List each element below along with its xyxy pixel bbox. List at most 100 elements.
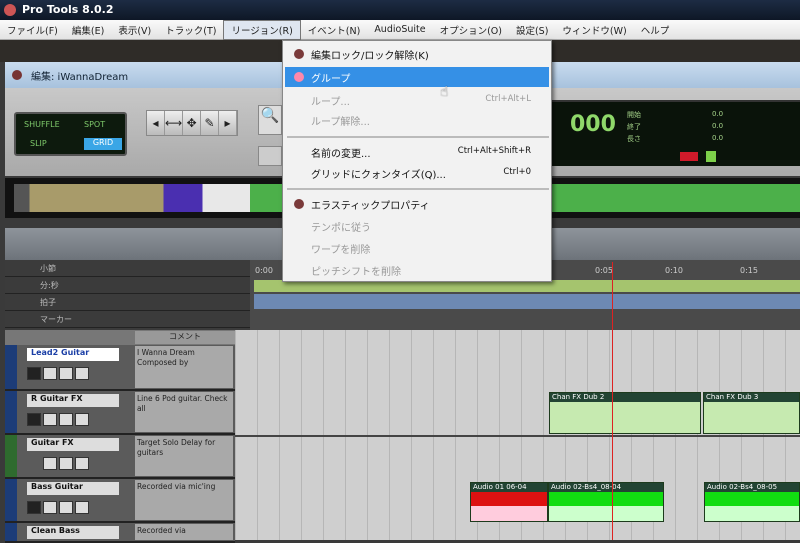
app-icon xyxy=(4,4,16,16)
menu-region[interactable]: リージョン(R) xyxy=(223,19,301,40)
region-bass-1[interactable]: Audio 01 06-04 xyxy=(470,482,548,522)
menu-item-lock[interactable]: 編集ロック/ロック解除(K) xyxy=(285,44,549,64)
record-button[interactable] xyxy=(27,367,41,380)
track-name[interactable]: Guitar FX xyxy=(27,438,119,451)
menu-item-remove-warp[interactable]: ワープを削除 xyxy=(285,238,549,258)
region-guitar-fx-2[interactable]: Chan FX Dub 3 xyxy=(703,392,800,434)
grabber-tool-icon[interactable]: ✥ xyxy=(183,111,202,135)
menu-item-loop[interactable]: ループ... Ctrl+Alt+L xyxy=(285,90,549,110)
menu-item-elastic-properties[interactable]: エラスティックプロパティ xyxy=(285,194,549,214)
track-lead2-guitar[interactable]: Lead2 Guitar I Wanna Dream Composed by xyxy=(5,345,235,391)
menu-item-follow-tempo[interactable]: テンポに従う xyxy=(285,216,549,236)
region-bass-2[interactable]: Audio 02-Bs4_08-04 xyxy=(548,482,664,522)
track-clean-bass[interactable]: Clean Bass Recorded via xyxy=(5,523,235,543)
menu-help[interactable]: ヘルプ xyxy=(634,21,677,39)
track-comment[interactable]: Recorded via xyxy=(135,524,233,540)
region-name: Audio 02-Bs4_08-04 xyxy=(549,483,663,492)
menu-separator xyxy=(287,136,549,138)
solo-button[interactable] xyxy=(43,501,57,514)
playhead-cursor[interactable] xyxy=(612,262,613,540)
menu-view[interactable]: 表示(V) xyxy=(111,21,158,39)
end-value[interactable]: 0.0 xyxy=(712,122,723,130)
region-guitar-fx-1[interactable]: Chan FX Dub 2 xyxy=(549,392,701,434)
region-name: Audio 01 06-04 xyxy=(471,483,547,492)
menu-edit[interactable]: 編集(E) xyxy=(65,21,111,39)
comments-column-header: コメント xyxy=(135,331,235,344)
menu-item-unloop[interactable]: ループ解除... xyxy=(285,110,549,130)
view-button[interactable] xyxy=(75,367,89,380)
menu-file[interactable]: ファイル(F) xyxy=(0,21,65,39)
edit-window-title: 編集: iWannaDream xyxy=(31,72,129,83)
track-name[interactable]: Clean Bass xyxy=(27,526,119,539)
menu-item-label: 名前の変更... xyxy=(311,149,371,160)
menu-item-label: ループ... xyxy=(311,97,350,108)
menu-window[interactable]: ウィンドウ(W) xyxy=(555,21,633,39)
menu-item-quantize[interactable]: グリッドにクォンタイズ(Q)... Ctrl+0 xyxy=(285,163,549,183)
length-value[interactable]: 0.0 xyxy=(712,134,723,142)
menu-setup[interactable]: 設定(S) xyxy=(509,21,555,39)
lane-divider xyxy=(235,435,800,437)
mode-shuffle[interactable]: SHUFFLE xyxy=(24,120,60,129)
track-buttons xyxy=(27,367,89,380)
track-color xyxy=(5,479,17,521)
track-name[interactable]: R Guitar FX xyxy=(27,394,119,407)
mute-button[interactable] xyxy=(59,413,73,426)
menu-track[interactable]: トラック(T) xyxy=(158,21,223,39)
pencil-tool-icon[interactable]: ✎ xyxy=(201,111,220,135)
zoomer-tool-icon[interactable]: ◂ xyxy=(147,111,165,135)
solo-button[interactable] xyxy=(43,457,57,470)
track-comment[interactable]: Line 6 Pod guitar. Check all xyxy=(135,392,233,432)
mode-grid[interactable]: GRID xyxy=(84,138,122,150)
tick-label: 0:10 xyxy=(665,266,683,275)
menu-options[interactable]: オプション(O) xyxy=(433,21,509,39)
track-comment[interactable]: Recorded via mic'ing xyxy=(135,480,233,520)
ruler-min-sec: 分:秒 xyxy=(5,277,250,294)
menu-event[interactable]: イベント(N) xyxy=(301,21,368,39)
track-bass-guitar[interactable]: Bass Guitar Recorded via mic'ing xyxy=(5,479,235,523)
zoom-icon[interactable]: 🔍 xyxy=(258,105,282,135)
zoom-preset-button[interactable] xyxy=(258,146,282,166)
play-indicator[interactable] xyxy=(706,151,716,162)
track-comment[interactable]: I Wanna Dream Composed by xyxy=(135,346,233,388)
start-value[interactable]: 0.0 xyxy=(712,110,723,118)
mute-button[interactable] xyxy=(59,457,73,470)
solo-button[interactable] xyxy=(43,367,57,380)
edit-window-icon xyxy=(12,70,22,80)
track-name[interactable]: Lead2 Guitar xyxy=(27,348,119,361)
track-r-guitar-fx[interactable]: R Guitar FX Line 6 Pod guitar. Check all xyxy=(5,391,235,435)
menu-item-shortcut: Ctrl+0 xyxy=(503,167,531,177)
view-button[interactable] xyxy=(75,457,89,470)
record-indicator[interactable] xyxy=(680,152,698,161)
start-label: 開始 xyxy=(627,111,641,119)
track-comment[interactable]: Target Solo Delay for guitars xyxy=(135,436,233,476)
mode-spot[interactable]: SPOT xyxy=(84,120,105,129)
track-color xyxy=(5,435,17,477)
menu-item-group[interactable]: グループ xyxy=(285,67,549,87)
menu-item-label: グループ xyxy=(311,74,351,85)
mute-button[interactable] xyxy=(59,501,73,514)
record-button[interactable] xyxy=(27,501,41,514)
menu-audiosuite[interactable]: AudioSuite xyxy=(367,22,432,37)
menu-item-label: エラスティックプロパティ xyxy=(311,201,430,212)
menu-item-label: ループ解除... xyxy=(311,117,370,128)
trim-tool-icon[interactable]: ⟷ xyxy=(165,111,184,135)
record-button[interactable] xyxy=(27,413,41,426)
mute-button[interactable] xyxy=(59,367,73,380)
track-guitar-fx[interactable]: Guitar FX Target Solo Delay for guitars xyxy=(5,435,235,479)
track-buttons xyxy=(43,457,89,470)
track-color xyxy=(5,523,17,541)
menu-item-remove-pitch-shift[interactable]: ピッチシフトを削除 xyxy=(285,260,549,280)
region-bass-3[interactable]: Audio 02-Bs4_08-05 xyxy=(704,482,800,522)
lock-icon xyxy=(294,49,304,59)
solo-button[interactable] xyxy=(43,413,57,426)
view-button[interactable] xyxy=(75,413,89,426)
tick-label: 0:00 xyxy=(255,266,273,275)
track-name[interactable]: Bass Guitar xyxy=(27,482,119,495)
main-counter: 000 開始 終了 長さ 0.0 0.0 0.0 xyxy=(552,100,800,166)
mode-slip[interactable]: SLIP xyxy=(30,139,47,148)
scrubber-tool-icon[interactable]: ▸ xyxy=(219,111,238,135)
view-button[interactable] xyxy=(75,501,89,514)
menu-item-rename[interactable]: 名前の変更... Ctrl+Alt+Shift+R xyxy=(285,142,549,162)
meter-ruler-bar xyxy=(254,294,800,309)
menu-bar: ファイル(F) 編集(E) 表示(V) トラック(T) リージョン(R) イベン… xyxy=(0,19,800,40)
